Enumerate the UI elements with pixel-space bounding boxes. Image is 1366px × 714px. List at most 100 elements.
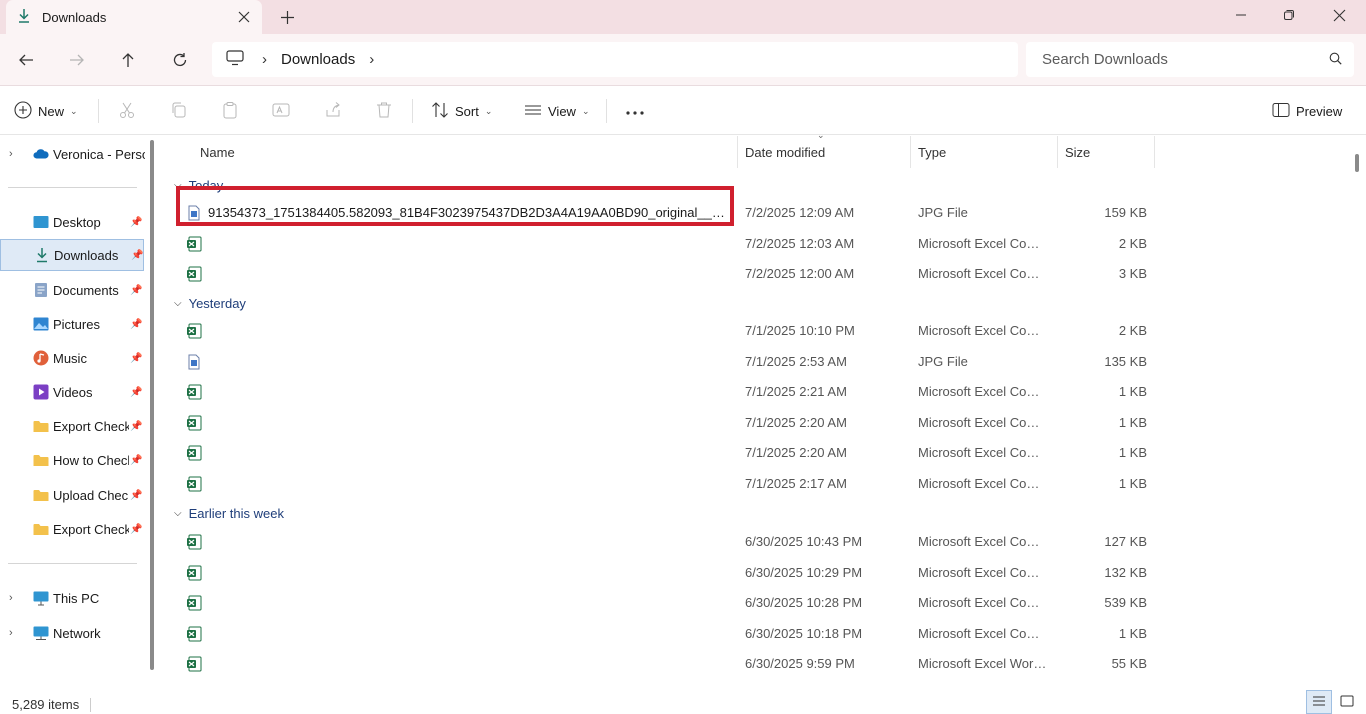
- file-size: 539 KB: [1104, 595, 1147, 611]
- sidebar-item-network[interactable]: › Network: [0, 617, 144, 649]
- back-button[interactable]: [12, 46, 40, 74]
- new-button[interactable]: New ⌄: [14, 97, 78, 125]
- file-date: 6/30/2025 10:43 PM: [745, 534, 863, 549]
- tab-title: Downloads: [42, 9, 107, 25]
- sort-icon: [431, 101, 449, 122]
- copy-button[interactable]: [170, 97, 188, 125]
- preview-button[interactable]: Preview: [1272, 97, 1342, 125]
- file-row[interactable]: 6/30/2025 10:28 PM Microsoft Excel Com...…: [164, 588, 1154, 618]
- pin-icon: 📌: [130, 523, 143, 535]
- pin-icon: 📌: [130, 420, 143, 432]
- sidebar-item-downloads[interactable]: Downloads 📌: [0, 239, 144, 271]
- view-label: View: [548, 103, 576, 119]
- refresh-button[interactable]: [166, 46, 194, 74]
- rename-button[interactable]: [272, 97, 290, 125]
- sidebar-item-label: Network: [53, 625, 101, 641]
- status-bar: 5,289 items: [0, 690, 1366, 714]
- tiles-view-button[interactable]: [1334, 690, 1360, 714]
- sidebar-item-folder[interactable]: Export Check 📌: [0, 410, 144, 442]
- excel-file-icon: [186, 236, 202, 252]
- sidebar-item-label: This PC: [53, 590, 100, 606]
- file-date: 7/1/2025 2:20 AM: [745, 414, 847, 430]
- file-size: 135 KB: [1104, 353, 1147, 369]
- view-button[interactable]: View ⌄: [524, 97, 590, 125]
- file-row[interactable]: 7/1/2025 2:20 AM Microsoft Excel Com... 1 …: [164, 408, 1154, 438]
- file-date: 6/30/2025 10:18 PM: [745, 625, 863, 641]
- sidebar-item-this-pc[interactable]: › This PC: [0, 582, 144, 614]
- pin-icon: 📌: [131, 249, 144, 261]
- file-row[interactable]: 7/1/2025 10:10 PM Microsoft Excel Com... 2…: [164, 316, 1154, 346]
- sort-button[interactable]: Sort ⌄: [431, 97, 492, 125]
- group-header-earlier-this-week[interactable]: ⌵ Earlier this week: [174, 503, 284, 523]
- sidebar-item-onedrive[interactable]: › Veronica - Perso: [0, 138, 145, 170]
- breadcrumb-downloads[interactable]: Downloads: [281, 51, 355, 68]
- tab-downloads[interactable]: Downloads: [6, 0, 262, 34]
- share-button[interactable]: [324, 97, 342, 125]
- file-type: Microsoft Excel Com...: [918, 323, 1048, 338]
- item-count: 5,289 items: [12, 697, 80, 712]
- sidebar-item-documents[interactable]: Documents 📌: [0, 274, 144, 306]
- file-row[interactable]: 7/1/2025 2:53 AM JPG File 135 KB: [164, 347, 1154, 377]
- tiles-view-icon: [1340, 695, 1354, 710]
- chevron-right-icon[interactable]: ›: [9, 148, 13, 160]
- address-bar[interactable]: › Downloads ›: [212, 42, 1018, 77]
- column-header-name[interactable]: Name: [192, 136, 738, 168]
- close-tab-icon[interactable]: [234, 7, 254, 27]
- file-list-scrollbar[interactable]: [1355, 154, 1359, 172]
- column-header-size[interactable]: Size: [1057, 136, 1155, 168]
- file-row[interactable]: 6/30/2025 10:29 PM Microsoft Excel Com...…: [164, 558, 1154, 588]
- cut-button[interactable]: [118, 97, 136, 125]
- pictures-icon: [33, 316, 49, 332]
- file-size: 159 KB: [1104, 205, 1147, 220]
- sidebar-item-pictures[interactable]: Pictures 📌: [0, 308, 144, 340]
- more-options-button[interactable]: [625, 97, 645, 125]
- file-date: 7/1/2025 2:53 AM: [745, 353, 847, 369]
- excel-file-icon: [186, 323, 202, 339]
- sidebar-item-videos[interactable]: Videos 📌: [0, 376, 144, 408]
- file-row[interactable]: 6/30/2025 10:43 PM Microsoft Excel Com...…: [164, 527, 1154, 557]
- new-tab-button[interactable]: [276, 6, 298, 28]
- command-bar: New ⌄ Sort ⌄ View ⌄ Preview: [0, 87, 1366, 135]
- file-row[interactable]: 7/1/2025 2:21 AM Microsoft Excel Com... 1 …: [164, 377, 1154, 407]
- sidebar-item-music[interactable]: Music 📌: [0, 342, 144, 374]
- file-row[interactable]: 7/2/2025 12:03 AM Microsoft Excel Com... 2…: [164, 229, 1154, 259]
- group-header-yesterday[interactable]: ⌵ Yesterday: [174, 293, 246, 313]
- forward-button[interactable]: [63, 46, 91, 74]
- column-header-type[interactable]: Type: [910, 136, 1058, 168]
- sidebar-item-folder[interactable]: How to Check 📌: [0, 444, 144, 476]
- preview-label: Preview: [1296, 103, 1343, 119]
- column-header-date[interactable]: Date modified ⌄: [737, 130, 911, 168]
- file-row[interactable]: 6/30/2025 10:18 PM Microsoft Excel Com...…: [164, 619, 1154, 649]
- sidebar-item-label: Documents: [53, 282, 119, 298]
- chevron-down-icon: ⌄: [70, 105, 78, 116]
- divider: [8, 563, 137, 564]
- file-row[interactable]: 7/1/2025 2:20 AM Microsoft Excel Com... 1 …: [164, 438, 1154, 468]
- sidebar-scrollbar[interactable]: [150, 140, 154, 670]
- search-box[interactable]: [1026, 42, 1354, 77]
- file-row[interactable]: 6/30/2025 9:59 PM Microsoft Excel Work...…: [164, 649, 1154, 679]
- search-input[interactable]: [1042, 51, 1329, 68]
- restore-button[interactable]: [1266, 0, 1312, 30]
- search-icon[interactable]: [1329, 52, 1342, 68]
- file-row[interactable]: 7/2/2025 12:00 AM Microsoft Excel Com... 3…: [164, 259, 1154, 289]
- minimize-button[interactable]: [1218, 0, 1264, 30]
- pin-icon: 📌: [130, 318, 143, 330]
- paste-button[interactable]: [221, 97, 239, 125]
- delete-button[interactable]: [375, 97, 393, 125]
- divider: [412, 99, 413, 123]
- chevron-right-icon[interactable]: ›: [262, 51, 267, 68]
- details-view-button[interactable]: [1306, 690, 1332, 714]
- sidebar-item-label: Veronica - Perso: [53, 146, 145, 162]
- copy-icon: [170, 101, 188, 122]
- navigation-pane: › Veronica - Perso Desktop 📌 Downloads 📌…: [0, 136, 154, 690]
- chevron-right-icon[interactable]: ›: [9, 627, 13, 639]
- sidebar-item-desktop[interactable]: Desktop 📌: [0, 206, 144, 238]
- sidebar-item-folder[interactable]: Export Check 📌: [0, 513, 144, 545]
- chevron-right-icon[interactable]: ›: [369, 51, 374, 68]
- close-window-button[interactable]: [1316, 0, 1362, 30]
- sidebar-item-folder[interactable]: Upload Check 📌: [0, 479, 144, 511]
- up-button[interactable]: [114, 46, 142, 74]
- chevron-right-icon[interactable]: ›: [9, 592, 13, 604]
- file-row[interactable]: 7/1/2025 2:17 AM Microsoft Excel Com... 1 …: [164, 469, 1154, 499]
- pin-icon: 📌: [130, 284, 143, 296]
